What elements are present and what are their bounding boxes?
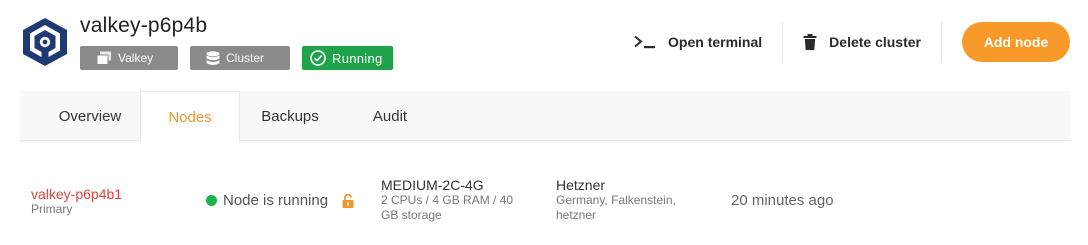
valkey-logo-icon <box>20 16 70 68</box>
tab-backups[interactable]: Backups <box>250 91 330 141</box>
database-icon <box>206 50 220 65</box>
terminal-icon <box>634 35 656 49</box>
node-row[interactable]: valkey-p6p4b1 Primary Node is running ME… <box>20 170 1070 240</box>
tab-bar: Overview Nodes Backups Audit <box>20 91 1070 142</box>
check-circle-icon <box>310 50 326 66</box>
node-role: Primary <box>31 202 73 216</box>
node-plan: MEDIUM-2C-4G <box>381 177 484 193</box>
type-badge: Cluster <box>190 46 290 70</box>
status-badge-label: Running <box>332 50 383 66</box>
engine-badge: Valkey <box>80 46 178 70</box>
node-provider: Hetzner <box>556 177 606 193</box>
tab-overview[interactable]: Overview <box>40 91 140 141</box>
delete-cluster-label: Delete cluster <box>829 34 921 50</box>
cluster-title: valkey-p6p4b <box>80 14 208 37</box>
copy-stack-icon <box>96 51 111 65</box>
node-status-label: Node is running <box>223 192 329 209</box>
open-terminal-button[interactable]: Open terminal <box>614 22 782 62</box>
engine-badge-label: Valkey <box>118 51 154 65</box>
trash-icon <box>803 34 817 50</box>
node-name-link[interactable]: valkey-p6p4b1 <box>31 186 122 202</box>
node-status: Node is running <box>206 192 354 209</box>
node-created-time: 20 minutes ago <box>731 192 834 209</box>
tab-audit[interactable]: Audit <box>355 91 425 141</box>
node-location: Germany, Falkenstein, hetzner <box>556 193 676 222</box>
node-plan-detail: 2 CPUs / 4 GB RAM / 40 GB storage <box>381 193 514 222</box>
add-node-button[interactable]: Add node <box>962 22 1070 62</box>
delete-cluster-button[interactable]: Delete cluster <box>783 22 941 62</box>
tab-nodes[interactable]: Nodes <box>140 91 240 142</box>
header-actions: Open terminal Delete cluster Add node <box>614 22 1070 62</box>
open-terminal-label: Open terminal <box>668 34 763 50</box>
unlock-icon[interactable] <box>342 193 354 208</box>
divider <box>941 22 942 62</box>
type-badge-label: Cluster <box>226 51 265 65</box>
cluster-badges: Valkey Cluster Running <box>80 46 393 70</box>
status-dot-icon <box>206 195 217 206</box>
status-badge: Running <box>302 46 393 70</box>
